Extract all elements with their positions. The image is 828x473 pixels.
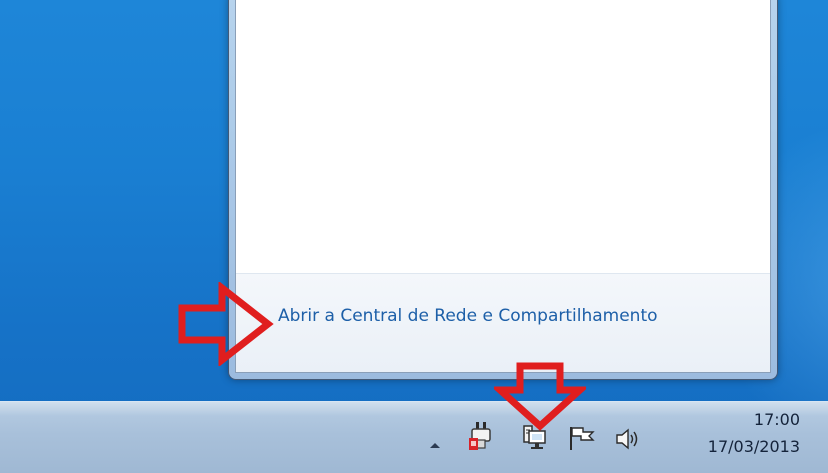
red-arrow-right-annotation [178, 280, 274, 368]
network-flyout: Abrir a Central de Rede e Compartilhamen… [228, 0, 778, 380]
taskbar-clock[interactable]: 17:00 17/03/2013 [670, 410, 800, 456]
desktop-background: Abrir a Central de Rede e Compartilhamen… [0, 0, 828, 473]
network-flyout-content: Abrir a Central de Rede e Compartilhamen… [235, 0, 771, 373]
show-hidden-icons-icon[interactable] [428, 435, 442, 448]
speaker-icon[interactable] [614, 426, 642, 452]
power-plug-icon[interactable] [466, 420, 496, 454]
clock-date: 17/03/2013 [707, 437, 800, 456]
red-arrow-down-annotation [490, 362, 590, 432]
open-network-sharing-center-link[interactable]: Abrir a Central de Rede e Compartilhamen… [278, 306, 658, 326]
network-flyout-footer: Abrir a Central de Rede e Compartilhamen… [236, 273, 770, 372]
taskbar: 17:00 17/03/2013 [0, 401, 828, 473]
clock-time: 17:00 [753, 410, 800, 429]
network-list-area [236, 0, 770, 272]
